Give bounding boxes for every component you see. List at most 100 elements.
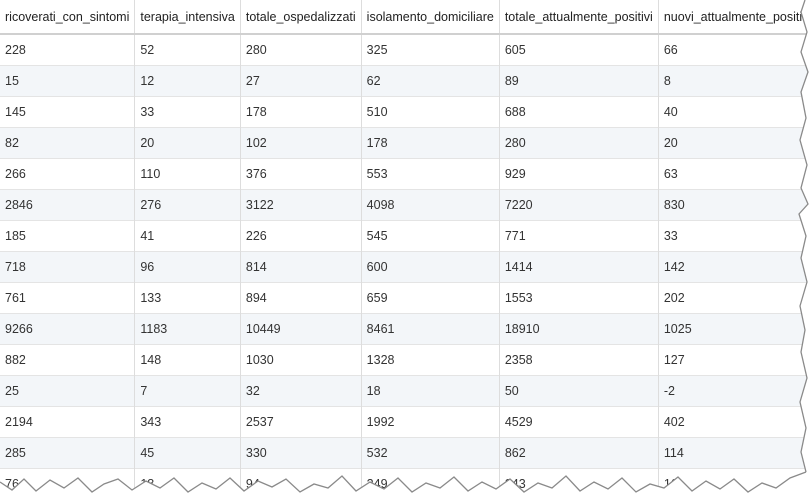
table-cell: 41	[134, 220, 241, 252]
table-cell: 133	[134, 282, 241, 314]
table-cell: 280	[499, 127, 659, 159]
table-cell: 27	[240, 65, 362, 97]
table-cell: 16	[658, 468, 809, 498]
table-cell: 1030	[240, 344, 362, 376]
table-cell: 110	[134, 158, 241, 190]
table-row: 2194 343 2537 1992 4529 402	[0, 406, 809, 438]
table-row: 145 33 178 510 688 40	[0, 96, 809, 128]
table-cell: 285	[0, 437, 136, 469]
data-table: ricoverati_con_sintomi terapia_intensiva…	[0, 0, 809, 498]
table-cell: 52	[134, 33, 241, 66]
table-cell: 1328	[361, 344, 500, 376]
table-row: 185 41 226 545 771 33	[0, 220, 809, 252]
table-cell: 2537	[240, 406, 362, 438]
table-cell: 62	[361, 65, 500, 97]
column-header-terapia-intensiva[interactable]: terapia_intensiva	[134, 0, 241, 35]
table-cell: 276	[134, 189, 241, 221]
table-cell: 7220	[499, 189, 659, 221]
table-cell: 18	[361, 375, 500, 407]
table-cell: 1025	[658, 313, 809, 345]
table-cell: 228	[0, 33, 136, 66]
table-cell: 76	[0, 468, 136, 498]
table-row: 285 45 330 532 862 114	[0, 437, 809, 469]
table-cell: 605	[499, 33, 659, 66]
table-cell: -2	[658, 375, 809, 407]
table-row: 15 12 27 62 89 8	[0, 65, 809, 97]
table-cell: 882	[0, 344, 136, 376]
table-cell: 1992	[361, 406, 500, 438]
table-cell: 4529	[499, 406, 659, 438]
table-cell: 376	[240, 158, 362, 190]
table-cell: 771	[499, 220, 659, 252]
table-cell: 600	[361, 251, 500, 283]
table-cell: 2358	[499, 344, 659, 376]
table-cell: 202	[658, 282, 809, 314]
table-cell: 82	[0, 127, 136, 159]
table-row: 25 7 32 18 50 -2	[0, 375, 809, 407]
table-cell: 94	[240, 468, 362, 498]
table-cell: 20	[658, 127, 809, 159]
table-cell: 226	[240, 220, 362, 252]
table-cell: 40	[658, 96, 809, 128]
table-cell: 127	[658, 344, 809, 376]
table-cell: 510	[361, 96, 500, 128]
table-cell: 10449	[240, 313, 362, 345]
table-cell: 280	[240, 33, 362, 66]
table-cell: 553	[361, 158, 500, 190]
table-row: 882 148 1030 1328 2358 127	[0, 344, 809, 376]
table-cell: 12	[134, 65, 241, 97]
column-header-nuovi-attualmente-positivi[interactable]: nuovi_attualmente_positivi	[658, 0, 809, 35]
table-row: 2846 276 3122 4098 7220 830	[0, 189, 809, 221]
table-cell: 814	[240, 251, 362, 283]
table-screenshot: ricoverati_con_sintomi terapia_intensiva…	[0, 0, 809, 498]
column-header-totale-attualmente-positivi[interactable]: totale_attualmente_positivi	[499, 0, 659, 35]
table-cell: 18910	[499, 313, 659, 345]
table-cell: 45	[134, 437, 241, 469]
table-row: 718 96 814 600 1414 142	[0, 251, 809, 283]
table-cell: 9266	[0, 313, 136, 345]
table-cell: 659	[361, 282, 500, 314]
table-row: 761 133 894 659 1553 202	[0, 282, 809, 314]
column-header-ricoverati-con-sintomi[interactable]: ricoverati_con_sintomi	[0, 0, 136, 35]
table-cell: 7	[134, 375, 241, 407]
table-cell: 1553	[499, 282, 659, 314]
table-cell: 63	[658, 158, 809, 190]
table-cell: 148	[134, 344, 241, 376]
column-header-isolamento-domiciliare[interactable]: isolamento_domiciliare	[361, 0, 500, 35]
table-cell: 15	[0, 65, 136, 97]
table-cell: 830	[658, 189, 809, 221]
table-cell: 343	[134, 406, 241, 438]
column-header-totale-ospedalizzati[interactable]: totale_ospedalizzati	[240, 0, 362, 35]
table-cell: 25	[0, 375, 136, 407]
table-row: 9266 1183 10449 8461 18910 1025	[0, 313, 809, 345]
table-cell: 114	[658, 437, 809, 469]
table-row: 228 52 280 325 605 66	[0, 33, 809, 66]
table-cell: 862	[499, 437, 659, 469]
table-cell: 761	[0, 282, 136, 314]
table-cell: 325	[361, 33, 500, 66]
table-cell: 8461	[361, 313, 500, 345]
table-cell: 185	[0, 220, 136, 252]
table-cell: 178	[240, 96, 362, 128]
table-row: 82 20 102 178 280 20	[0, 127, 809, 159]
table-row: 76 18 94 249 343 16	[0, 468, 809, 498]
table-cell: 718	[0, 251, 136, 283]
table-header: ricoverati_con_sintomi terapia_intensiva…	[0, 0, 809, 35]
table-cell: 688	[499, 96, 659, 128]
table-cell: 102	[240, 127, 362, 159]
table-cell: 343	[499, 468, 659, 498]
header-row: ricoverati_con_sintomi terapia_intensiva…	[0, 0, 809, 35]
table-cell: 178	[361, 127, 500, 159]
table-cell: 532	[361, 437, 500, 469]
table-cell: 3122	[240, 189, 362, 221]
table-cell: 1183	[134, 313, 241, 345]
table-cell: 8	[658, 65, 809, 97]
table-cell: 33	[658, 220, 809, 252]
table-cell: 929	[499, 158, 659, 190]
table-cell: 50	[499, 375, 659, 407]
table-cell: 2846	[0, 189, 136, 221]
table-cell: 142	[658, 251, 809, 283]
table-cell: 545	[361, 220, 500, 252]
table-cell: 249	[361, 468, 500, 498]
table-cell: 145	[0, 96, 136, 128]
